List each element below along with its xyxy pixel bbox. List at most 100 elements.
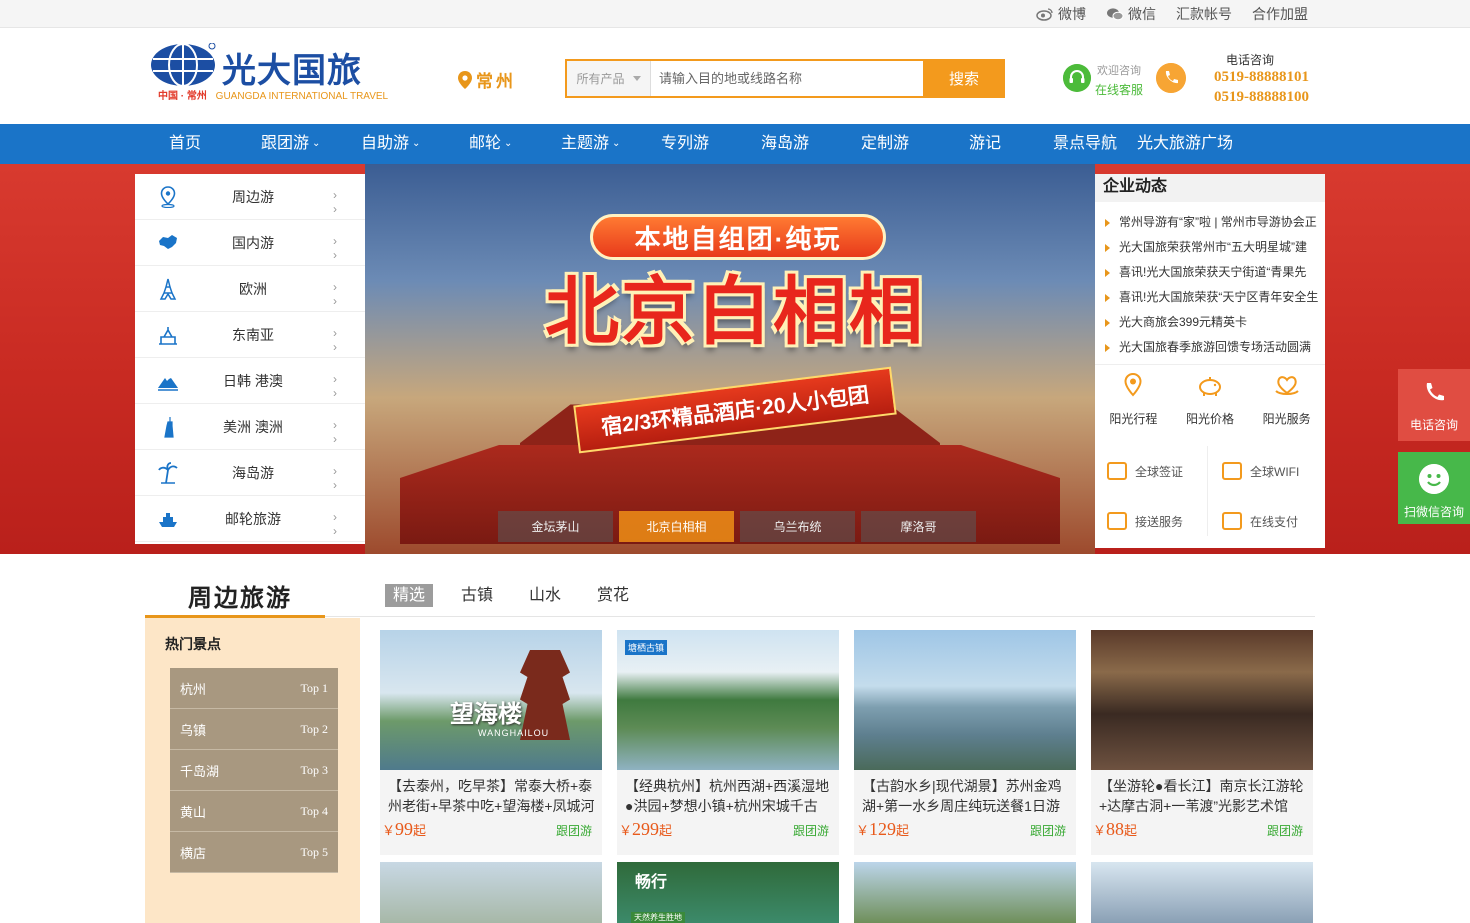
service-itinerary[interactable]: 阳光行程 bbox=[1095, 365, 1172, 428]
banner-thumb[interactable]: 摩洛哥 bbox=[861, 511, 976, 542]
nav-item-self-guided[interactable]: 自助游 ⌄ bbox=[361, 124, 420, 164]
logo-globe-icon bbox=[151, 43, 216, 87]
nav-item-island[interactable]: 海岛游 bbox=[761, 124, 809, 164]
eiffel-tower-icon bbox=[159, 278, 177, 300]
product-card[interactable]: 塘栖古镇 【经典杭州】杭州西湖+西溪湿地●洪园+梦想小镇+杭州宋城千古 ￥299… bbox=[617, 630, 839, 855]
nav-item-plaza[interactable]: 光大旅游广场 bbox=[1137, 124, 1233, 164]
service-wifi[interactable]: 全球WIFI bbox=[1210, 446, 1325, 496]
banner-headline: 北京白相相 bbox=[545, 270, 925, 353]
nav-item-custom[interactable]: 定制游 bbox=[861, 124, 909, 164]
online-service[interactable]: 欢迎咨询 在线客服 bbox=[1063, 59, 1153, 99]
float-phone-label: 电话咨询 bbox=[1409, 418, 1458, 432]
tab-landscape[interactable]: 山水 bbox=[521, 584, 569, 607]
product-card-row2[interactable] bbox=[380, 862, 602, 923]
banner-thumb-active[interactable]: 北京白相相 bbox=[619, 511, 734, 542]
grid-label: 在线支付 bbox=[1250, 514, 1299, 529]
hot-item[interactable]: 黄山 Top 4 bbox=[170, 791, 338, 832]
service-payment[interactable]: 在线支付 bbox=[1210, 496, 1325, 546]
category-item-cruise[interactable]: 邮轮旅游 › › bbox=[135, 496, 365, 542]
nav-label: 跟团游 bbox=[261, 135, 310, 152]
banner-thumb[interactable]: 乌兰布统 bbox=[740, 511, 855, 542]
category-item-southeast-asia[interactable]: 东南亚 › › bbox=[135, 312, 365, 358]
tab-featured[interactable]: 精选 bbox=[385, 584, 434, 607]
phone-title: 电话咨询 bbox=[1226, 53, 1275, 67]
nav-item-group-tour[interactable]: 跟团游 ⌄ bbox=[261, 124, 320, 164]
product-card[interactable]: 【古韵水乡|现代湖景】苏州金鸡湖+第一水乡周庄纯玩送餐1日游 ￥129起 跟团游 bbox=[854, 630, 1076, 855]
hot-item[interactable]: 千岛湖 Top 3 bbox=[170, 750, 338, 791]
logo-sub-prefix: 中国 · 常州 bbox=[158, 91, 207, 102]
phone-number-2[interactable]: 0519-88888100 bbox=[1214, 89, 1309, 106]
price-unit: 起 bbox=[659, 823, 673, 838]
partnership-link[interactable]: 合作加盟 bbox=[1252, 4, 1308, 24]
service-transfer[interactable]: 接送服务 bbox=[1095, 496, 1210, 546]
news-item[interactable]: 喜讯!光大国旅荣获天宁街道“青果先 bbox=[1103, 260, 1325, 285]
product-card[interactable]: 【坐游轮●看长江】南京长江游轮+达摩古洞+一苇渡”光影艺术馆 ￥88起 跟团游 bbox=[1091, 630, 1313, 855]
location-pin-icon bbox=[458, 70, 472, 89]
nav-item-home[interactable]: 首页 bbox=[169, 124, 201, 164]
nav-label: 定制游 bbox=[861, 135, 910, 152]
phone-number-1[interactable]: 0519-88888101 bbox=[1214, 69, 1309, 86]
category-label: 国内游 bbox=[232, 234, 274, 251]
product-card-row2[interactable] bbox=[1091, 862, 1313, 923]
chevron-down-icon: ⌄ bbox=[312, 138, 321, 149]
service-grid: 全球签证 全球WIFI 接送服务 在线支付 bbox=[1095, 446, 1325, 546]
search-input[interactable] bbox=[651, 61, 923, 96]
headset-icon bbox=[1063, 64, 1091, 92]
nav-label: 游记 bbox=[969, 135, 1002, 152]
remittance-link[interactable]: 汇款帐号 bbox=[1176, 4, 1232, 24]
nav-item-theme[interactable]: 主题游 ⌄ bbox=[561, 124, 620, 164]
hot-item[interactable]: 杭州 Top 1 bbox=[170, 668, 338, 709]
service-price[interactable]: 阳光价格 bbox=[1172, 365, 1249, 428]
product-card[interactable]: 望海楼 WANGHAILOU 【去泰州，吃早茶】常泰大桥+泰州老街+早茶中吃+望… bbox=[380, 630, 602, 855]
logo[interactable]: 光大国旅 中国 · 常州 GUANGDA INTERNATIONAL TRAVE… bbox=[150, 41, 410, 103]
banner-thumbs: 金坛茅山 北京白相相 乌兰布统 摩洛哥 bbox=[498, 511, 976, 542]
sunshine-services: 阳光行程 阳光价格 阳光服务 bbox=[1095, 364, 1325, 428]
category-item-europe[interactable]: 欧洲 › › bbox=[135, 266, 365, 312]
weibo-link[interactable]: 微博 bbox=[1036, 4, 1086, 24]
product-title: 【经典杭州】杭州西湖+西溪湿地●洪园+梦想小镇+杭州宋城千古 bbox=[625, 778, 830, 814]
float-phone-button[interactable]: 电话咨询 bbox=[1398, 369, 1470, 441]
news-item[interactable]: 常州导游有“家”啦 | 常州市导游协会正 bbox=[1103, 210, 1325, 235]
chevron-right-icon: › › bbox=[333, 326, 337, 354]
product-card-row2[interactable] bbox=[854, 862, 1076, 923]
hot-item[interactable]: 乌镇 Top 2 bbox=[170, 709, 338, 750]
product-card-row2[interactable]: 畅行 天然养生胜地 bbox=[617, 862, 839, 923]
service-visa[interactable]: 全球签证 bbox=[1095, 446, 1210, 496]
hot-item-rank: Top 1 bbox=[300, 680, 329, 695]
car-icon bbox=[1107, 512, 1127, 530]
category-item-island[interactable]: 海岛游 › › bbox=[135, 450, 365, 496]
section-title: 周边旅游 bbox=[188, 585, 292, 612]
remittance-label: 汇款帐号 bbox=[1176, 6, 1232, 22]
search-button[interactable]: 搜索 bbox=[923, 59, 1005, 98]
phone-icon bbox=[1156, 63, 1186, 93]
nav-item-cruise[interactable]: 邮轮 ⌄ bbox=[469, 124, 512, 164]
product-title: 【去泰州，吃早茶】常泰大桥+泰州老街+早茶中吃+望海楼+凤城河 bbox=[388, 778, 595, 814]
partnership-label: 合作加盟 bbox=[1252, 6, 1308, 22]
section-tabs: 精选 古镇 山水 赏花 bbox=[385, 584, 657, 607]
nav-item-train[interactable]: 专列游 bbox=[661, 124, 709, 164]
news-item[interactable]: 光大国旅春季旅游回馈专场活动圆满 bbox=[1103, 335, 1325, 360]
float-wechat-button[interactable]: 扫微信咨询 bbox=[1398, 452, 1470, 524]
nav-item-travelogue[interactable]: 游记 bbox=[969, 124, 1001, 164]
hot-item[interactable]: 横店 Top 5 bbox=[170, 832, 338, 873]
wechat-smile-icon bbox=[1419, 464, 1449, 494]
nav-item-attractions[interactable]: 景点导航 bbox=[1053, 124, 1117, 164]
price-currency: ￥ bbox=[1093, 823, 1107, 838]
news-item[interactable]: 喜讯!光大国旅荣获“天宁区青年安全生 bbox=[1103, 285, 1325, 310]
wechat-link[interactable]: 微信 bbox=[1106, 4, 1156, 24]
city-selector[interactable]: 常州 bbox=[458, 67, 516, 92]
price-unit: 起 bbox=[413, 823, 427, 838]
search-category-select[interactable]: 所有产品 bbox=[567, 61, 651, 96]
tab-ancient-town[interactable]: 古镇 bbox=[453, 584, 501, 607]
category-item-domestic[interactable]: 国内游 › › bbox=[135, 220, 365, 266]
chevron-right-icon: › › bbox=[333, 510, 337, 538]
category-item-japan-korea-hk[interactable]: 日韩 港澳 › › bbox=[135, 358, 365, 404]
chevron-right-icon: › › bbox=[333, 418, 337, 446]
news-item[interactable]: 光大商旅会399元精英卡 bbox=[1103, 310, 1325, 335]
banner-thumb[interactable]: 金坛茅山 bbox=[498, 511, 613, 542]
service-care[interactable]: 阳光服务 bbox=[1248, 365, 1325, 428]
news-item[interactable]: 光大国旅荣获常州市“五大明星城”建 bbox=[1103, 235, 1325, 260]
category-item-nearby[interactable]: 周边游 › › bbox=[135, 174, 365, 220]
category-item-americas-oceania[interactable]: 美洲 澳洲 › › bbox=[135, 404, 365, 450]
tab-flowers[interactable]: 赏花 bbox=[589, 584, 637, 607]
